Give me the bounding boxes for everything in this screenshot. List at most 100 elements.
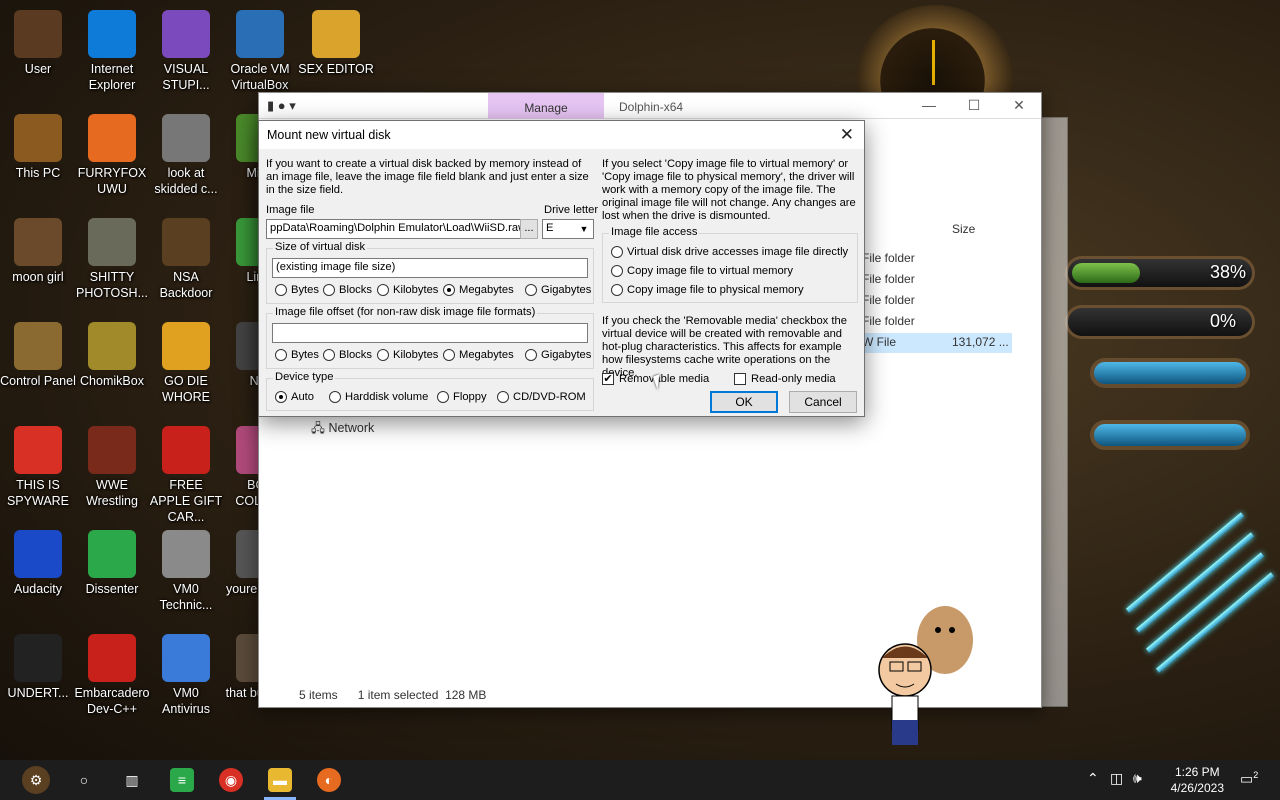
desktop-icon[interactable]: FURRYFOX UWU — [74, 114, 150, 197]
radio-dot[interactable] — [443, 284, 455, 296]
desktop-icon[interactable]: NSA Backdoor — [148, 218, 224, 301]
removable-media-box[interactable]: ✔ — [602, 373, 614, 385]
radio-dot[interactable] — [275, 284, 287, 296]
radio-dot[interactable] — [611, 246, 623, 258]
file-size-cell[interactable]: 131,072 ... — [952, 335, 1009, 349]
browse-button[interactable]: ... — [520, 219, 538, 239]
radio-dot[interactable] — [275, 349, 287, 361]
device-type-radio[interactable]: Floppy — [437, 391, 487, 403]
dialog-close-icon[interactable]: ✕ — [840, 125, 854, 145]
desktop-icon[interactable]: UNDERT... — [0, 634, 76, 701]
nav-network[interactable]: 🖧 Network — [311, 419, 374, 440]
chrome-taskbar-icon[interactable]: ◉ — [219, 768, 243, 792]
radio-dot[interactable] — [323, 284, 335, 296]
file-type-cell[interactable]: File folder — [862, 293, 915, 307]
size-unit-radio[interactable]: Gigabytes — [525, 284, 591, 296]
offset-unit-radio[interactable]: Blocks — [323, 349, 372, 361]
file-type-cell[interactable]: File folder — [862, 272, 915, 286]
desktop-icon[interactable]: VM0 Technic... — [148, 530, 224, 613]
taskbar-clock[interactable]: 1:26 PM 4/26/2023 — [1171, 764, 1224, 796]
radio-dot[interactable] — [437, 391, 449, 403]
offset-unit-radio[interactable]: Gigabytes — [525, 349, 591, 361]
desktop-icon[interactable]: Audacity — [0, 530, 76, 597]
radio-dot[interactable] — [611, 284, 623, 296]
desktop-icon[interactable]: ChomikBox — [74, 322, 150, 389]
cancel-button[interactable]: Cancel — [789, 391, 857, 413]
desktop-icon[interactable]: SHITTY PHOTOSH... — [74, 218, 150, 301]
ok-button[interactable]: OK — [710, 391, 778, 413]
file-type-cell[interactable]: File folder — [862, 314, 915, 328]
radio-dot[interactable] — [323, 349, 335, 361]
desktop-icon[interactable]: User — [0, 10, 76, 77]
desktop-icon[interactable]: Dissenter — [74, 530, 150, 597]
firefox-taskbar-icon[interactable]: ◐ — [317, 768, 341, 792]
drive-letter-select[interactable]: E ▼ — [542, 219, 594, 239]
dissenter-taskbar-icon[interactable]: ≡ — [170, 768, 194, 792]
volume-icon[interactable]: 🕪 — [1133, 770, 1142, 787]
desktop-icon[interactable]: SEX EDITOR — [298, 10, 374, 77]
desktop-icon[interactable]: FREE APPLE GIFT CAR... — [148, 426, 224, 525]
radio-dot[interactable] — [377, 349, 389, 361]
image-file-input[interactable]: ppData\Roaming\Dolphin Emulator\Load\Wii… — [266, 219, 522, 239]
offset-unit-radio[interactable]: Megabytes — [443, 349, 514, 361]
radio-dot[interactable] — [525, 284, 537, 296]
search-icon[interactable]: ○ — [72, 768, 96, 792]
size-unit-label: Gigabytes — [541, 284, 592, 296]
device-type-radio[interactable]: CD/DVD-ROM — [497, 391, 586, 403]
offset-unit-radio[interactable]: Kilobytes — [377, 349, 438, 361]
radio-dot[interactable] — [611, 265, 623, 277]
desktop-icon[interactable]: GO DIE WHORE — [148, 322, 224, 405]
start-icon[interactable]: ⚙ — [22, 766, 50, 794]
size-unit-radio[interactable]: Bytes — [275, 284, 319, 296]
maximize-icon[interactable]: ☐ — [954, 97, 994, 114]
radio-dot[interactable] — [497, 391, 509, 403]
radio-dot[interactable] — [443, 349, 455, 361]
device-type-radio[interactable]: Harddisk volume — [329, 391, 428, 403]
desktop-icon[interactable]: VISUAL STUPI... — [148, 10, 224, 93]
offset-unit-label: Megabytes — [459, 349, 514, 361]
access-option-radio[interactable]: Copy image file to virtual memory — [611, 265, 793, 277]
desktop-icon[interactable]: look at skidded c... — [148, 114, 224, 197]
desktop-icon[interactable]: moon girl — [0, 218, 76, 285]
desktop-icon[interactable]: Embarcadero Dev-C++ — [74, 634, 150, 717]
column-size-header[interactable]: Size — [952, 222, 975, 236]
mount-virtual-disk-dialog[interactable]: Mount new virtual disk ✕ If you want to … — [258, 120, 865, 417]
minimize-icon[interactable]: — — [909, 97, 949, 113]
desktop-icon[interactable]: WWE Wrestling — [74, 426, 150, 509]
offset-unit-radio[interactable]: Bytes — [275, 349, 319, 361]
size-unit-radio[interactable]: Blocks — [323, 284, 372, 296]
device-type-radio[interactable]: Auto — [275, 391, 314, 403]
file-explorer-taskbar-icon[interactable]: ▬ — [268, 768, 292, 792]
close-icon[interactable]: ✕ — [999, 97, 1039, 114]
explorer-titlebar[interactable]: ▮ ● ▾ Manage Dolphin-x64 — ☐ ✕ — [259, 93, 1041, 119]
file-type-cell[interactable]: W File — [862, 335, 896, 349]
readonly-media-box[interactable] — [734, 373, 746, 385]
access-option-radio[interactable]: Copy image file to physical memory — [611, 284, 804, 296]
file-type-cell[interactable]: File folder — [862, 251, 915, 265]
size-unit-radio[interactable]: Kilobytes — [377, 284, 438, 296]
radio-dot[interactable] — [377, 284, 389, 296]
radio-dot[interactable] — [525, 349, 537, 361]
desktop-icon[interactable]: Control Panel — [0, 322, 76, 389]
desktop-icon[interactable]: VM0 Antivirus — [148, 634, 224, 717]
desktop-icon-label: Internet Explorer — [88, 62, 136, 92]
size-input[interactable]: (existing image file size) — [272, 258, 588, 278]
size-unit-radio[interactable]: Megabytes — [443, 284, 514, 296]
readonly-media-checkbox[interactable]: Read-only media — [734, 373, 836, 385]
show-hidden-icons-icon[interactable]: ⌃ — [1087, 770, 1099, 787]
task-view-icon[interactable]: ▥ — [120, 768, 144, 792]
cpu-gauge-label: 38% — [1210, 262, 1247, 282]
network-tray-icon[interactable]: ◫ — [1110, 770, 1123, 787]
offset-input[interactable] — [272, 323, 588, 343]
radio-dot[interactable] — [275, 391, 287, 403]
desktop-icon[interactable]: THIS IS SPYWARE — [0, 426, 76, 509]
desktop-icon[interactable]: Internet Explorer — [74, 10, 150, 93]
notification-icon[interactable]: ▭2 — [1240, 770, 1258, 788]
tab-manage[interactable]: Manage — [488, 93, 604, 119]
access-option-radio[interactable]: Virtual disk drive accesses image file d… — [611, 246, 848, 258]
quick-access-icon[interactable]: ▮ ● ▾ — [267, 98, 296, 114]
desktop-icon[interactable]: Oracle VM VirtualBox — [222, 10, 298, 93]
desktop-icon[interactable]: This PC — [0, 114, 76, 181]
access-option-label: Copy image file to virtual memory — [627, 265, 794, 277]
radio-dot[interactable] — [329, 391, 341, 403]
